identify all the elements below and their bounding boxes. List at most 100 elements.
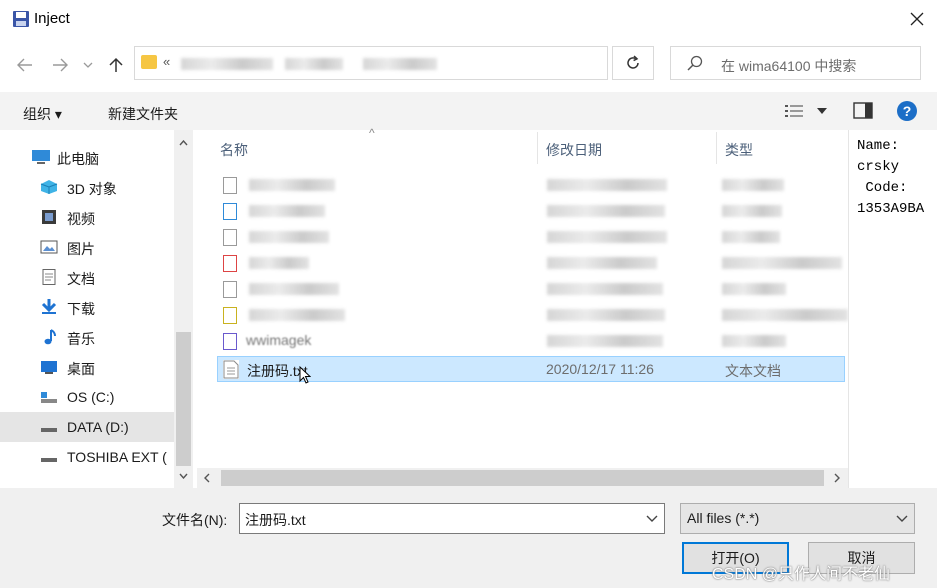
title-bar (0, 0, 937, 38)
file-type-blurred (722, 257, 842, 269)
file-name-blurred (249, 205, 325, 217)
search-box[interactable]: 在 wima64100 中搜索 (670, 46, 921, 80)
list-item[interactable] (217, 302, 848, 328)
filename-input[interactable]: 注册码.txt (239, 503, 665, 534)
file-name-blurred (249, 179, 335, 191)
cursor-icon (299, 366, 311, 384)
file-type-filter[interactable]: All files (*.*) (680, 503, 915, 534)
floppy-disk-icon (13, 11, 29, 27)
desktop-icon (41, 361, 57, 374)
preview-text: Name: crsky Code: 1353A9BA (857, 138, 925, 217)
arrow-up-icon (109, 57, 123, 72)
column-header-date[interactable]: 修改日期 (546, 140, 602, 160)
tree-item-downloads[interactable]: 下载 (0, 292, 174, 322)
organize-menu[interactable]: 组织 ▾ (23, 104, 62, 124)
address-path-blurred[interactable] (363, 58, 437, 70)
computer-icon (32, 150, 50, 164)
sort-ascending-icon: ^ (369, 126, 375, 140)
file-icon (223, 177, 237, 194)
chevron-down-icon (83, 62, 93, 68)
help-button[interactable]: ? (897, 101, 917, 121)
file-date: 2020/12/17 11:26 (546, 361, 654, 377)
file-type-blurred (722, 179, 784, 191)
filter-value: All files (*.*) (687, 510, 760, 526)
tree-item-label: OS (C:) (67, 389, 115, 405)
tree-item-music[interactable]: 音乐 (0, 322, 174, 352)
view-options-button[interactable] (784, 102, 828, 120)
preview-pane-toggle[interactable] (853, 102, 873, 119)
tree-item-label: 下载 (67, 301, 95, 317)
address-path-blurred[interactable] (181, 58, 273, 70)
refresh-button[interactable] (612, 46, 654, 80)
column-header-name[interactable]: 名称 (220, 140, 248, 160)
file-name-blurred (249, 231, 329, 243)
tree-item-toshiba-ext[interactable]: TOSHIBA EXT ( (0, 442, 174, 472)
chevron-left-icon[interactable] (204, 473, 210, 483)
chevron-right-icon[interactable] (834, 473, 840, 483)
up-button[interactable] (102, 52, 130, 78)
arrow-right-icon (53, 58, 68, 72)
refresh-icon (627, 55, 639, 69)
forward-button[interactable] (46, 52, 74, 78)
chevron-down-icon[interactable] (646, 515, 658, 522)
tree-item-label: 3D 对象 (67, 181, 117, 197)
column-divider[interactable] (716, 132, 717, 164)
preview-pane-icon (853, 102, 873, 119)
tree-item-pictures[interactable]: 图片 (0, 232, 174, 262)
tree-item-videos[interactable]: 视频 (0, 202, 174, 232)
arrow-left-icon (17, 58, 32, 72)
download-icon (41, 299, 57, 314)
address-path-blurred[interactable] (285, 58, 343, 70)
list-item[interactable] (217, 224, 845, 250)
tree-item-desktop[interactable]: 桌面 (0, 352, 174, 382)
list-item[interactable]: wwimagek (217, 328, 845, 354)
file-name-blurred (249, 283, 339, 295)
list-item[interactable] (217, 250, 845, 276)
list-item[interactable] (217, 276, 845, 302)
tree-item-label: DATA (D:) (67, 419, 129, 435)
navigation-pane: 此电脑 3D 对象 视频 图片 文档 下载 音乐 桌面 OS (C:) DATA… (0, 130, 174, 488)
window-title: Inject (34, 10, 70, 27)
new-folder-button[interactable]: 新建文件夹 (108, 104, 178, 124)
tree-item-label: 此电脑 (57, 151, 99, 167)
close-button[interactable] (897, 0, 937, 38)
horizontal-scrollbar-thumb[interactable] (221, 470, 824, 486)
filename-label: 文件名(N): (162, 512, 228, 528)
file-type-blurred (722, 335, 786, 347)
address-overflow[interactable]: « (163, 54, 170, 69)
chevron-down-icon[interactable] (896, 515, 908, 522)
file-date-blurred (547, 257, 657, 269)
tree-item-label: 音乐 (67, 331, 95, 347)
folder-icon (141, 55, 157, 69)
file-list: wwimagek 注册码.txt 2020/12/17 11:26 文本文档 (197, 130, 848, 468)
column-header-type[interactable]: 类型 (725, 140, 753, 160)
tree-item-os-c[interactable]: OS (C:) (0, 382, 174, 412)
file-type: 文本文档 (725, 363, 781, 379)
cube-icon (40, 180, 58, 194)
tree-item-label: 桌面 (67, 361, 95, 377)
column-divider[interactable] (537, 132, 538, 164)
tree-item-this-pc[interactable]: 此电脑 (0, 142, 174, 172)
chevron-up-icon[interactable] (179, 140, 188, 146)
file-icon (223, 229, 237, 246)
music-icon (44, 329, 56, 345)
address-bar[interactable]: « (134, 46, 731, 80)
drive-icon (41, 392, 57, 403)
search-input[interactable]: 在 wima64100 中搜索 (721, 56, 856, 76)
file-date-blurred (547, 205, 665, 217)
navigation-scrollbar-thumb[interactable] (176, 332, 191, 466)
file-type-blurred (722, 205, 782, 217)
tree-item-label: 图片 (67, 241, 95, 257)
list-item[interactable] (217, 172, 845, 198)
list-item[interactable] (217, 198, 845, 224)
list-item-selected[interactable]: 注册码.txt 2020/12/17 11:26 文本文档 (217, 356, 845, 382)
file-icon (223, 307, 237, 324)
chevron-down-icon[interactable] (179, 473, 188, 479)
recent-locations-button[interactable] (78, 52, 98, 78)
back-button[interactable] (11, 52, 39, 78)
tree-item-label: 文档 (67, 271, 95, 287)
tree-item-3d-objects[interactable]: 3D 对象 (0, 172, 174, 202)
picture-icon (40, 240, 58, 254)
tree-item-data-d[interactable]: DATA (D:) (0, 412, 174, 442)
tree-item-documents[interactable]: 文档 (0, 262, 174, 292)
